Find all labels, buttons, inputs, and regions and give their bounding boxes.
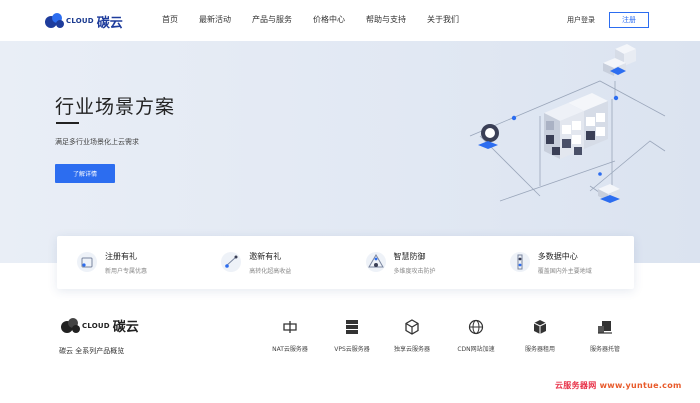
nav-link-help[interactable]: 帮助与支持 <box>366 14 406 25</box>
datacenter-icon <box>509 252 530 272</box>
nav-link-activities[interactable]: 最新活动 <box>199 14 231 25</box>
cloud-logo-icon <box>61 317 80 333</box>
feature-item[interactable]: 多数据中心 覆盖国内外主要地域 <box>490 236 634 289</box>
product-overview-caption: 碳云 全系列产品概览 <box>59 347 125 355</box>
top-nav: CLOUD 碳云 首页 最新活动 产品与服务 价格中心 帮助与支持 关于我们 用… <box>0 0 700 41</box>
product-list: NAT云服务器 VPS云服务器 独享云服务器 CDN网站加速 服务器租用 服务器… <box>255 319 655 359</box>
globe-icon <box>468 319 484 335</box>
cube-cluster <box>544 93 608 159</box>
feature-desc: 新用户专属优惠 <box>105 268 148 275</box>
gift-icon <box>77 252 97 272</box>
product-label: 服务器租用 <box>524 346 555 353</box>
nav-link-home[interactable]: 首页 <box>162 14 178 25</box>
cloud-logo-icon <box>45 13 64 28</box>
logo-text-cn: 碳云 <box>112 320 139 335</box>
product-label: NAT云服务器 <box>272 346 308 353</box>
brand-logo[interactable]: CLOUD 碳云 <box>44 11 123 31</box>
logo-text-en: CLOUD <box>82 321 110 330</box>
hero-subtitle: 满足多行业场景化上云需求 <box>55 138 139 146</box>
hero-title: 行业场景方案 <box>55 96 176 118</box>
feature-title: 智慧防御 <box>393 252 426 261</box>
small-cube-bottom <box>598 184 620 203</box>
product-label: VPS云服务器 <box>334 346 370 353</box>
nav-link-pricing[interactable]: 价格中心 <box>313 14 345 25</box>
hero-underline <box>56 122 79 124</box>
bottom-brand-logo: CLOUD 碳云 <box>60 316 139 335</box>
product-item[interactable]: 服务器托管 <box>570 319 640 353</box>
product-item[interactable]: NAT云服务器 <box>255 319 325 353</box>
feature-desc: 覆盖国内外主要地域 <box>537 268 592 275</box>
nav-link-about[interactable]: 关于我们 <box>427 14 459 25</box>
hero-banner: 行业场景方案 满足多行业场景化上云需求 了解详情 <box>0 41 700 263</box>
product-label: 服务器托管 <box>589 346 620 353</box>
product-item[interactable]: 服务器租用 <box>505 319 575 353</box>
feature-item[interactable]: 注册有礼 新用户专属优惠 <box>57 236 201 289</box>
feature-title: 邀新有礼 <box>249 252 282 261</box>
feature-item[interactable]: 智慧防御 多维度攻击防护 <box>346 236 490 289</box>
login-link[interactable]: 用户登录 <box>567 15 595 25</box>
feature-desc: 高转化超高收益 <box>249 268 292 275</box>
watermark: 云服务器网 www.yuntue.com <box>555 380 682 391</box>
hero-cube-illustration <box>469 44 666 203</box>
globe-cube <box>478 124 499 149</box>
learn-more-button[interactable]: 了解详情 <box>55 164 115 183</box>
register-button[interactable]: 注册 <box>609 12 649 28</box>
product-label: 独享云服务器 <box>393 346 430 353</box>
feature-title: 注册有礼 <box>105 252 137 261</box>
nat-icon <box>283 321 297 333</box>
logo-text-en: CLOUD <box>66 17 94 25</box>
small-cube-top <box>603 44 636 76</box>
nav-links: 首页 最新活动 产品与服务 价格中心 帮助与支持 关于我们 <box>162 14 480 25</box>
product-label: CDN网站加速 <box>457 346 495 353</box>
server-stack-icon <box>346 320 358 334</box>
cube-icon <box>405 319 419 335</box>
box-icon <box>533 320 547 334</box>
logo-text-cn: 碳云 <box>96 15 123 31</box>
hosting-icon <box>598 321 612 334</box>
product-item[interactable]: 独享云服务器 <box>377 319 447 353</box>
invite-icon <box>221 252 242 272</box>
nav-link-products[interactable]: 产品与服务 <box>252 14 292 25</box>
watermark-site-name: 云服务器网 <box>555 381 597 390</box>
feature-card: 注册有礼 新用户专属优惠 邀新有礼 高转化超高收益 智慧防御 多维度攻击防护 多… <box>57 236 634 289</box>
feature-item[interactable]: 邀新有礼 高转化超高收益 <box>201 236 345 289</box>
product-item[interactable]: CDN网站加速 <box>441 319 511 353</box>
shield-icon <box>365 252 386 272</box>
feature-desc: 多维度攻击防护 <box>393 268 436 275</box>
feature-title: 多数据中心 <box>537 252 578 261</box>
watermark-url: www.yuntue.com <box>596 381 682 390</box>
